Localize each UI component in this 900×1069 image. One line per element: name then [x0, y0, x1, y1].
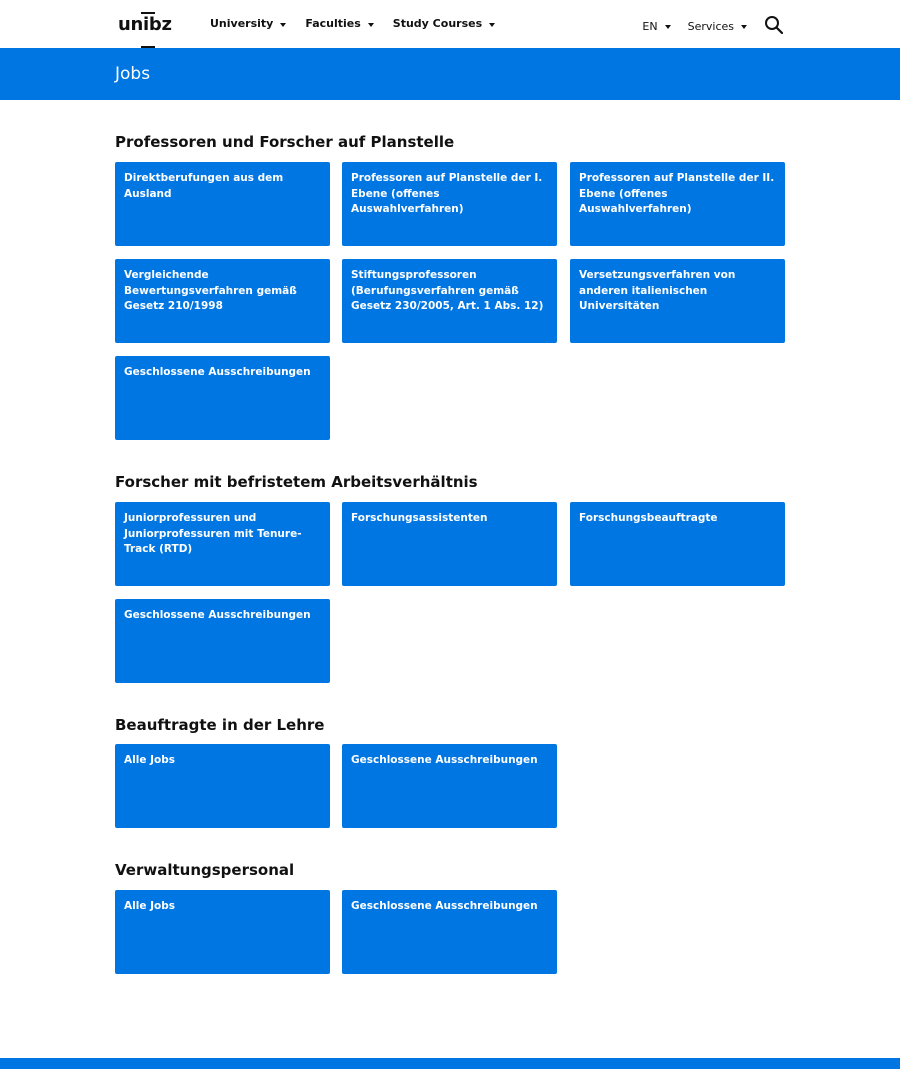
- tile-alle-jobs[interactable]: Alle Jobs: [115, 890, 330, 974]
- tile-label: Vergleichende Bewertungsverfahren gemäß …: [124, 269, 297, 312]
- services-menu[interactable]: Services: [688, 20, 747, 33]
- chevron-down-icon: [664, 25, 671, 29]
- tile-forschungsassistenten[interactable]: Forschungsassistenten: [342, 502, 557, 586]
- section-title-professoren: Professoren und Forscher auf Planstelle: [115, 133, 455, 151]
- tile-stiftungsprofessoren[interactable]: Stiftungsprofessoren (Berufungsverfahren…: [342, 259, 557, 343]
- chevron-down-icon: [489, 22, 496, 27]
- tile-vergleichende-bewertungsverfahren[interactable]: Vergleichende Bewertungsverfahren gemäß …: [115, 259, 330, 343]
- section-title-verwaltungspersonal: Verwaltungspersonal: [115, 861, 295, 879]
- nav-faculties[interactable]: Faculties: [305, 17, 374, 30]
- services-label: Services: [687, 19, 734, 33]
- tile-label: Alle Jobs: [124, 900, 175, 912]
- tile-label: Geschlossene Ausschreibungen: [124, 609, 311, 621]
- tile-professoren-ebene-1[interactable]: Professoren auf Planstelle der I. Ebene …: [342, 162, 557, 246]
- tile-label: Geschlossene Ausschreibungen: [351, 900, 538, 912]
- tile-label: Professoren auf Planstelle der I. Ebene …: [351, 172, 543, 215]
- chevron-down-icon: [280, 22, 287, 27]
- tile-label: Professoren auf Planstelle der II. Ebene…: [579, 172, 775, 215]
- tile-label: Direktberufungen aus dem Ausland: [124, 172, 284, 200]
- section-title-forscher-befristet: Forscher mit befristetem Arbeitsverhältn…: [115, 473, 478, 491]
- chevron-down-icon: [367, 22, 374, 27]
- tile-juniorprofessuren[interactable]: Juniorprofessuren und Juniorprofessuren …: [115, 502, 330, 586]
- tile-geschlossene-ausschreibungen[interactable]: Geschlossene Ausschreibungen: [342, 744, 557, 828]
- tile-label: Geschlossene Ausschreibungen: [124, 366, 311, 378]
- tile-label: Stiftungsprofessoren (Berufungsverfahren…: [351, 269, 544, 312]
- section-title-beauftragte-lehre: Beauftragte in der Lehre: [115, 716, 325, 734]
- nav-study-courses-label: Study Courses: [392, 17, 483, 30]
- unibz-logo[interactable]: unibz: [118, 6, 172, 48]
- tile-label: Juniorprofessuren und Juniorprofessuren …: [124, 512, 302, 555]
- nav-study-courses[interactable]: Study Courses: [392, 17, 496, 30]
- tile-geschlossene-ausschreibungen[interactable]: Geschlossene Ausschreibungen: [115, 356, 330, 440]
- footer-bar: [0, 1058, 900, 1069]
- nav-faculties-label: Faculties: [305, 17, 361, 30]
- tile-label: Geschlossene Ausschreibungen: [351, 754, 538, 766]
- page-title: Jobs: [115, 64, 151, 84]
- search-icon[interactable]: [764, 15, 784, 35]
- logo-text: unibz: [118, 14, 172, 35]
- tile-geschlossene-ausschreibungen[interactable]: Geschlossene Ausschreibungen: [342, 890, 557, 974]
- tile-direktberufungen[interactable]: Direktberufungen aus dem Ausland: [115, 162, 330, 246]
- tile-forschungsbeauftragte[interactable]: Forschungsbeauftragte: [570, 502, 785, 586]
- language-label: EN: [642, 19, 658, 33]
- tile-label: Versetzungsverfahren von anderen italien…: [579, 269, 736, 312]
- tile-versetzungsverfahren[interactable]: Versetzungsverfahren von anderen italien…: [570, 259, 785, 343]
- tile-label: Forschungsbeauftragte: [579, 512, 718, 524]
- tile-label: Forschungsassistenten: [351, 512, 488, 524]
- page-banner: Jobs: [0, 48, 900, 100]
- nav-university[interactable]: University: [210, 17, 287, 30]
- utility-nav: EN Services: [642, 15, 784, 35]
- tile-label: Alle Jobs: [124, 754, 175, 766]
- language-selector[interactable]: EN: [642, 19, 671, 33]
- tile-professoren-ebene-2[interactable]: Professoren auf Planstelle der II. Ebene…: [570, 162, 785, 246]
- logo-top-bar: [141, 12, 155, 14]
- tile-geschlossene-ausschreibungen[interactable]: Geschlossene Ausschreibungen: [115, 599, 330, 683]
- tile-alle-jobs[interactable]: Alle Jobs: [115, 744, 330, 828]
- main-nav: University Faculties Study Courses: [210, 17, 514, 30]
- top-header: unibz University Faculties Study Courses…: [0, 0, 900, 48]
- chevron-down-icon: [741, 25, 747, 29]
- nav-university-label: University: [210, 17, 274, 30]
